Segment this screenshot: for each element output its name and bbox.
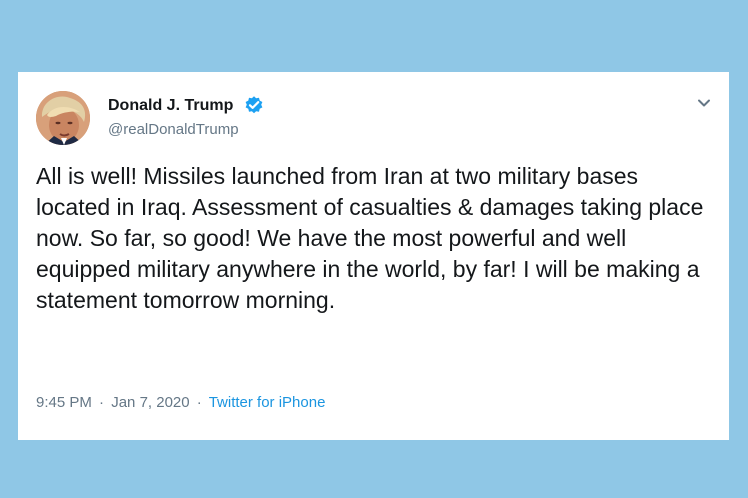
profile-photo-icon	[36, 91, 90, 145]
tweet-date[interactable]: Jan 7, 2020	[111, 394, 189, 411]
tweet-source-link[interactable]: Twitter for iPhone	[209, 394, 326, 411]
tweet-card: Donald J. Trump @realDonaldTrump All is …	[18, 72, 729, 440]
verified-badge-icon	[245, 96, 263, 114]
tweet-time[interactable]: 9:45 PM	[36, 394, 92, 411]
meta-separator: ·	[99, 394, 105, 411]
avatar[interactable]	[36, 91, 90, 145]
chevron-down-icon[interactable]	[697, 98, 711, 108]
page-background: Donald J. Trump @realDonaldTrump All is …	[0, 0, 748, 498]
meta-separator: ·	[196, 394, 202, 411]
user-handle[interactable]: @realDonaldTrump	[108, 121, 239, 138]
display-name[interactable]: Donald J. Trump	[108, 97, 233, 115]
tweet-text: All is well! Missiles launched from Iran…	[36, 163, 704, 313]
tweet-meta: 9:45 PM · Jan 7, 2020 · Twitter for iPho…	[36, 394, 325, 411]
